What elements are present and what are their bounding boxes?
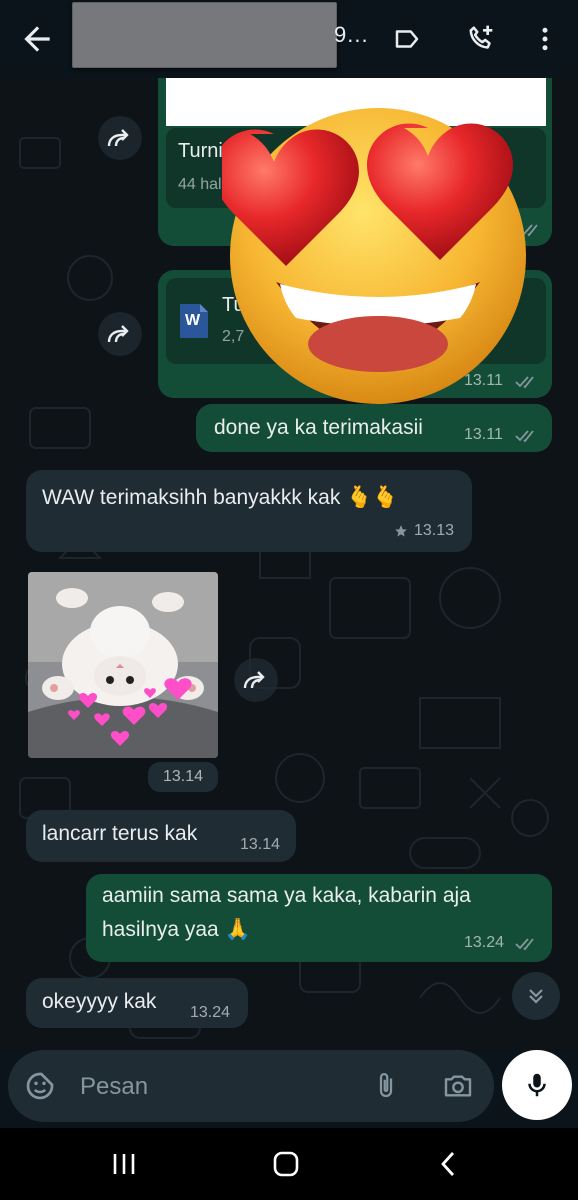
message-time: 13.14 xyxy=(240,836,281,853)
sticker-button[interactable] xyxy=(22,1068,58,1104)
message-time: 13.24 xyxy=(190,1004,231,1021)
label-icon xyxy=(395,30,419,48)
camera-button[interactable] xyxy=(440,1068,476,1104)
voice-message-button[interactable] xyxy=(502,1050,572,1120)
forward-button[interactable] xyxy=(234,658,278,702)
read-receipt-icon xyxy=(515,938,534,951)
sticker-icon xyxy=(26,1072,54,1100)
home-button[interactable] xyxy=(266,1146,306,1182)
back-icon xyxy=(441,1152,455,1176)
incoming-text-message[interactable]: WAW terimaksihh banyakkk kak 🫰🫰 13.13 xyxy=(26,470,472,552)
more-vert-icon xyxy=(542,27,548,51)
message-time: 13.13 xyxy=(414,522,455,539)
word-file-letter: W xyxy=(185,312,201,329)
redacted-contact-name[interactable] xyxy=(72,2,337,68)
forward-icon xyxy=(107,129,129,147)
message-input-container[interactable] xyxy=(8,1050,494,1122)
arrow-left-icon xyxy=(24,26,50,52)
back-button[interactable] xyxy=(18,20,56,58)
incoming-text-message[interactable]: okeyyyy kak 13.24 xyxy=(26,978,248,1028)
forward-button[interactable] xyxy=(98,116,142,160)
message-text: done ya ka terimakasii xyxy=(214,416,423,439)
chat-header: 9... xyxy=(0,0,578,78)
message-text: lancarr terus kak xyxy=(42,822,198,845)
add-call-button[interactable] xyxy=(462,20,500,58)
message-text-line-1: aamiin sama sama ya kaka, kabarin aja xyxy=(102,884,471,907)
message-time: 13.11 xyxy=(464,426,503,443)
heart-eyes-emoji-sticker xyxy=(222,108,526,404)
message-input[interactable] xyxy=(80,1072,340,1102)
cat-photo-image xyxy=(28,572,218,758)
message-text: WAW terimaksihh banyakkk kak 🫰🫰 xyxy=(42,486,399,509)
mic-icon xyxy=(528,1073,546,1097)
composer-bar xyxy=(0,1050,578,1128)
attach-icon xyxy=(379,1073,393,1098)
cat-photo[interactable] xyxy=(28,572,218,758)
recents-icon xyxy=(113,1154,135,1174)
contact-name-suffix[interactable]: 9... xyxy=(334,22,369,48)
add-call-icon xyxy=(469,25,493,49)
label-button[interactable] xyxy=(388,20,426,58)
forward-icon xyxy=(243,671,265,689)
double-chevron-down-icon xyxy=(529,989,543,1004)
camera-icon xyxy=(444,1075,472,1097)
forward-button[interactable] xyxy=(98,312,142,356)
scroll-to-bottom-button[interactable] xyxy=(512,972,560,1020)
star-icon xyxy=(395,525,407,537)
outgoing-text-message[interactable]: aamiin sama sama ya kaka, kabarin aja ha… xyxy=(86,874,552,962)
more-options-button[interactable] xyxy=(526,20,564,58)
document-title: Turnit xyxy=(178,140,229,162)
photo-time: 13.14 xyxy=(148,762,218,792)
outgoing-text-message[interactable]: done ya ka terimakasii 13.11 xyxy=(196,404,552,452)
message-text-line-2: hasilnya yaa 🙏 xyxy=(102,918,251,941)
message-time: 13.24 xyxy=(464,934,505,951)
home-icon xyxy=(273,1151,299,1177)
system-navigation-bar xyxy=(0,1128,578,1200)
recents-button[interactable] xyxy=(104,1146,144,1182)
forward-icon xyxy=(107,325,129,343)
incoming-text-message[interactable]: lancarr terus kak 13.14 xyxy=(26,810,296,862)
attach-button[interactable] xyxy=(368,1068,404,1104)
read-receipt-icon xyxy=(515,430,534,443)
message-text: okeyyyy kak xyxy=(42,990,157,1013)
system-back-button[interactable] xyxy=(428,1146,468,1182)
document-page-count: 44 hal xyxy=(178,176,222,193)
